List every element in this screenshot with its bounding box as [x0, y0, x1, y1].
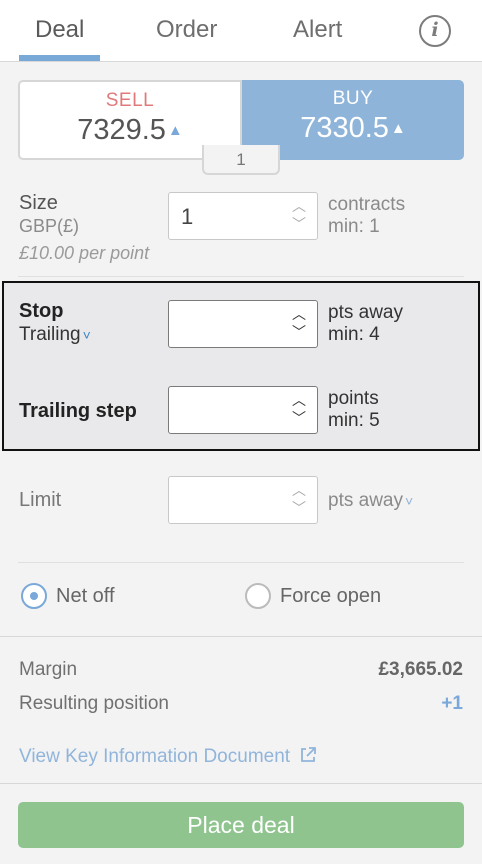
- stop-type-dropdown[interactable]: Trailing ˅: [19, 324, 91, 346]
- trailing-step-label: Trailing step: [19, 400, 137, 422]
- size-input[interactable]: 1 ︿ ﹀: [168, 192, 318, 240]
- size-currency: GBP(£): [19, 216, 80, 236]
- chevron-down-icon[interactable]: ﹀: [291, 325, 307, 339]
- force-open-radio[interactable]: [245, 583, 271, 609]
- size-stepper[interactable]: ︿ ﹀: [291, 199, 307, 233]
- chevron-down-icon[interactable]: ﹀: [291, 501, 307, 515]
- stop-label: Stop: [19, 300, 64, 322]
- trailing-step-min: min: 5: [328, 410, 380, 431]
- stop-stepper[interactable]: ︿ ﹀: [291, 307, 307, 341]
- size-value: 1: [181, 204, 194, 229]
- divider: [18, 562, 464, 563]
- limit-stepper[interactable]: ︿ ﹀: [291, 483, 307, 517]
- info-icon[interactable]: i: [419, 15, 451, 47]
- chevron-up-icon[interactable]: ︿: [291, 307, 307, 321]
- resulting-position-label: Resulting position: [19, 693, 169, 714]
- net-off-radio[interactable]: [21, 583, 47, 609]
- deal-summary: Margin £3,665.02 Resulting position +1 V…: [0, 636, 482, 784]
- resulting-position-value: +1: [441, 693, 463, 714]
- key-information-link[interactable]: View Key Information Document: [19, 746, 317, 768]
- sell-price: 7329.5: [77, 114, 166, 146]
- stop-input[interactable]: ︿ ﹀: [168, 300, 318, 348]
- tab-deal[interactable]: Deal: [35, 16, 84, 44]
- limit-unit: pts away: [328, 490, 403, 511]
- limit-label: Limit: [19, 489, 62, 511]
- chevron-down-icon: ˅: [404, 493, 414, 509]
- limit-input[interactable]: ︿ ﹀: [168, 476, 318, 524]
- sell-label: SELL: [105, 90, 155, 111]
- buy-label: BUY: [332, 88, 374, 109]
- active-tab-indicator: [19, 55, 100, 61]
- spread-badge: 1: [202, 145, 280, 175]
- chevron-up-icon[interactable]: ︿: [291, 393, 307, 407]
- chevron-down-icon[interactable]: ﹀: [291, 411, 307, 425]
- key-information-label: View Key Information Document: [19, 746, 291, 767]
- margin-label: Margin: [19, 659, 78, 680]
- trailing-step-input[interactable]: ︿ ﹀: [168, 386, 318, 434]
- tab-order[interactable]: Order: [156, 16, 217, 44]
- place-deal-button[interactable]: Place deal: [18, 802, 464, 848]
- trailing-step-unit: points: [328, 388, 379, 409]
- up-arrow-icon: ▲: [167, 122, 183, 139]
- per-point-hint: £10.00 per point: [19, 243, 150, 263]
- chevron-down-icon: ˅: [82, 327, 91, 343]
- chevron-up-icon[interactable]: ︿: [291, 199, 307, 213]
- size-unit: contracts: [328, 194, 406, 215]
- tab-alert[interactable]: Alert: [293, 16, 342, 44]
- up-arrow-icon: ▲: [390, 120, 406, 137]
- size-min: min: 1: [328, 216, 380, 237]
- buy-price: 7330.5: [300, 112, 389, 144]
- chevron-down-icon[interactable]: ﹀: [291, 217, 307, 231]
- chevron-up-icon[interactable]: ︿: [291, 483, 307, 497]
- net-off-label[interactable]: Net off: [56, 585, 115, 608]
- stop-min: min: 4: [328, 324, 380, 345]
- stop-type-label: Trailing: [19, 324, 81, 345]
- trailing-step-stepper[interactable]: ︿ ﹀: [291, 393, 307, 427]
- limit-unit-dropdown[interactable]: pts away ˅: [328, 490, 413, 512]
- divider: [18, 276, 464, 277]
- force-open-label[interactable]: Force open: [280, 585, 381, 608]
- margin-value: £3,665.02: [378, 659, 463, 680]
- size-label: Size: [19, 192, 58, 214]
- stop-unit: pts away: [328, 302, 403, 323]
- tab-bar: Deal Order Alert i: [0, 0, 482, 62]
- external-link-icon: [301, 747, 317, 762]
